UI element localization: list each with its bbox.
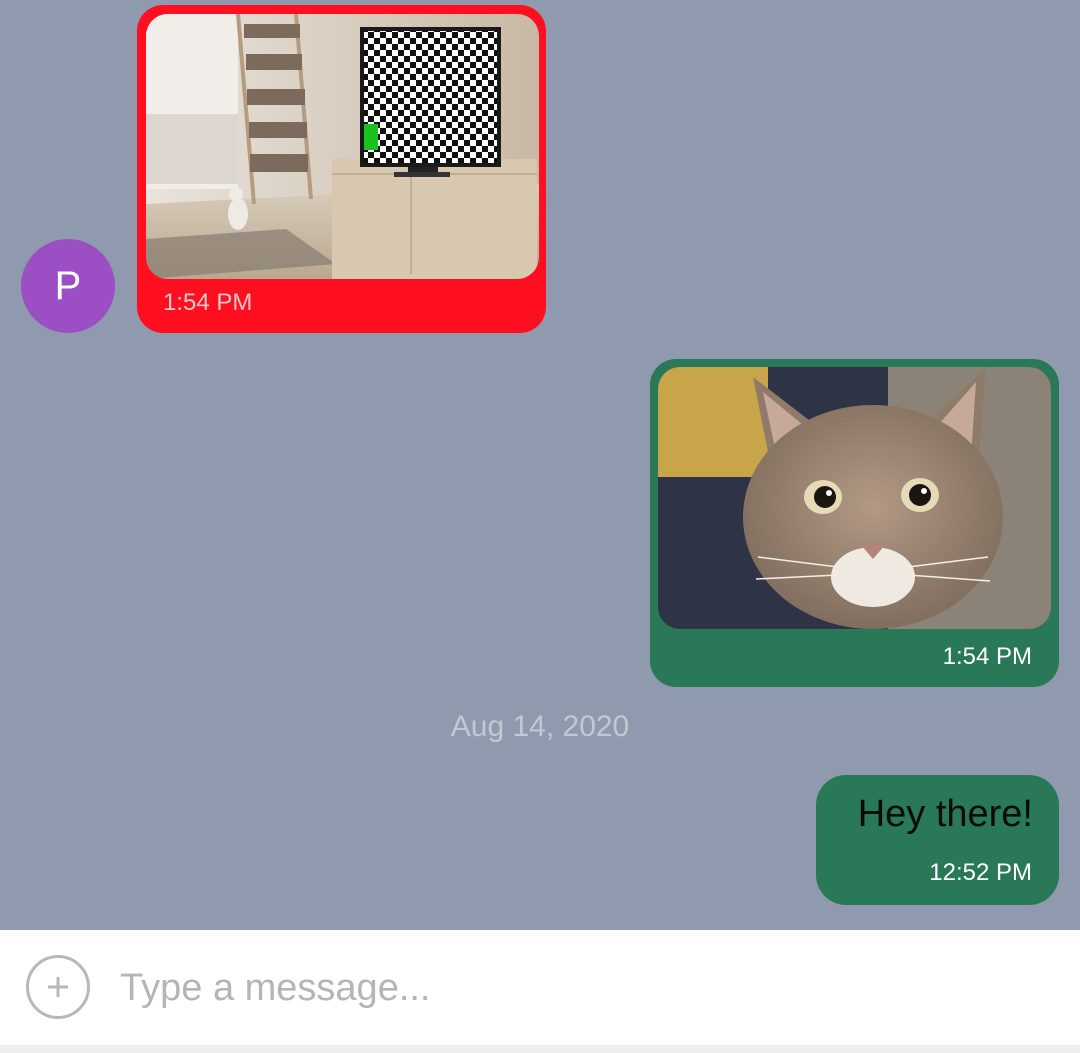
plus-circle-icon [45,974,71,1000]
message-input[interactable] [120,955,1050,1021]
message-timestamp: 1:54 PM [942,643,1032,670]
sender-avatar[interactable]: P [21,239,115,333]
message-thread: P 1:54 PM 1:54 PM Aug 14, 2020 Hey there… [0,0,1080,930]
outgoing-image-bubble[interactable]: 1:54 PM [650,359,1059,687]
message-timestamp: 12:52 PM [929,859,1032,886]
date-separator: Aug 14, 2020 [450,710,630,743]
outgoing-text-bubble[interactable]: Hey there! 12:52 PM [816,775,1059,905]
add-attachment-button[interactable] [26,955,90,1019]
composer-bottom-edge [0,1045,1080,1053]
living-room-tv-photo[interactable] [146,14,539,279]
message-text: Hey there! [857,793,1033,835]
avatar-initial: P [54,263,82,308]
cat-photo[interactable] [658,367,1051,629]
incoming-image-bubble[interactable]: 1:54 PM [137,5,546,333]
message-timestamp: 1:54 PM [163,289,253,316]
